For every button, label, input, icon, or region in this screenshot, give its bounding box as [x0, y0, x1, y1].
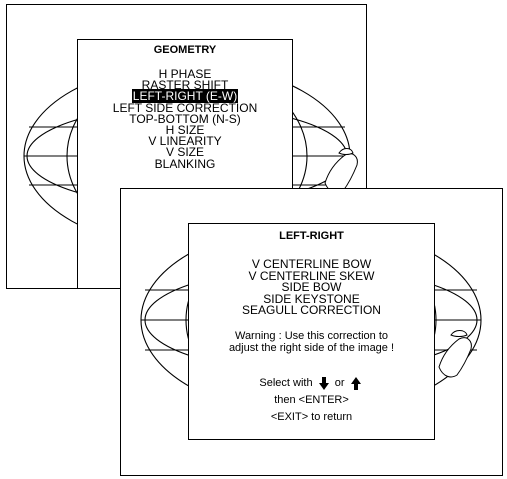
help-select-label: Select with — [259, 376, 313, 389]
menu-item-list: H PHASE RASTER SHIFT LEFT-RIGHT (E-W) LEFT … — [78, 68, 292, 171]
menu-title: GEOMETRY — [153, 44, 217, 56]
left-right-screen: LEFT-RIGHT V CENTERLINE BOW V CENTERLINE … — [120, 188, 503, 476]
help-select-line: Select with or — [189, 375, 434, 392]
help-enter-line: then <ENTER> — [274, 393, 349, 406]
arrow-down-icon — [318, 376, 329, 390]
warning-text: Warning : Use this correction to adjust … — [189, 330, 434, 354]
menu-title: LEFT-RIGHT — [279, 230, 344, 242]
arrow-up-icon — [350, 376, 361, 390]
help-text: Select with or then <ENTER> <EXIT> to re… — [189, 375, 434, 426]
geometry-item[interactable]: BLANKING — [78, 156, 292, 171]
help-exit-line: <EXIT> to return — [270, 410, 353, 423]
left-right-menu: LEFT-RIGHT V CENTERLINE BOW V CENTERLINE … — [188, 223, 435, 440]
left-right-item-label: SEAGULL CORRECTION — [242, 303, 381, 318]
left-right-item[interactable]: SEAGULL CORRECTION — [189, 303, 434, 318]
warning-line: adjust the right side of the image ! — [228, 341, 395, 354]
warning-line: Warning : Use this correction to — [234, 329, 389, 342]
geometry-item-label: BLANKING — [154, 156, 216, 171]
menu-item-list: V CENTERLINE BOW V CENTERLINE SKEW SIDE BO… — [189, 258, 434, 318]
help-or-label: or — [334, 376, 345, 389]
